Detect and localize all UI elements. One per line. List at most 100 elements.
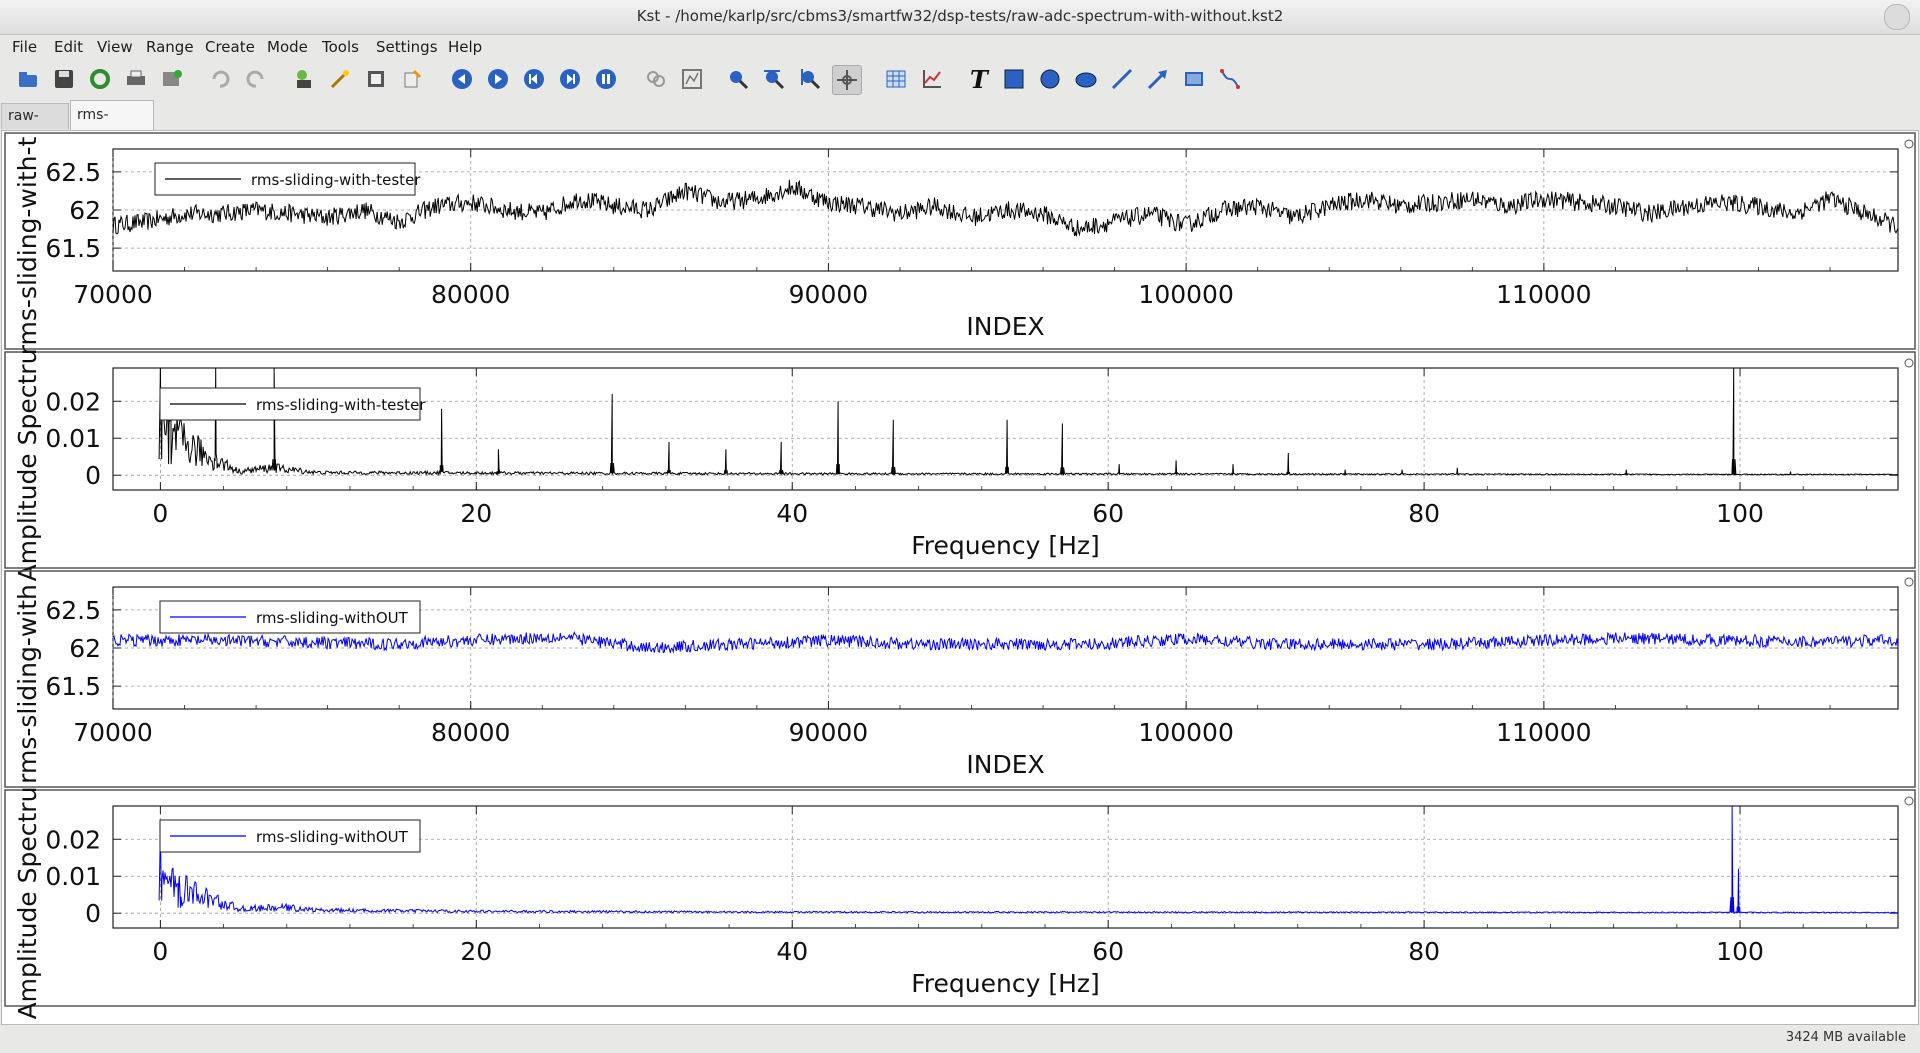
create-line-icon (1111, 68, 1133, 90)
create-table-button[interactable] (882, 65, 910, 93)
create-picture-icon (1185, 72, 1203, 86)
panel-resize-handle[interactable] (1904, 796, 1914, 806)
plot-panel-4[interactable]: 0 20 40 60 80 100 0 0.01 0.02 Frequency [Hz] Ampli… (4, 787, 1916, 1020)
menu-edit[interactable]: Edit (54, 38, 83, 56)
memory-status: 3424 MB available (1785, 1030, 1906, 1045)
x-axis-label: Frequency [Hz] (911, 531, 1100, 560)
menu-mode[interactable]: Mode (267, 38, 308, 56)
print-icon (127, 70, 145, 85)
zoom-y-icon (801, 69, 821, 90)
pause-button[interactable] (592, 65, 620, 93)
panel-resize-handle[interactable] (1904, 358, 1914, 368)
forward-icon (488, 69, 508, 89)
window-titlebar: Kst - /home/karlp/src/cbms3/smartfw32/ds… (0, 0, 1920, 35)
create-svg-button[interactable] (1216, 65, 1244, 93)
create-box-button[interactable] (1000, 65, 1028, 93)
create-line-button[interactable] (1108, 65, 1136, 93)
window-title: Kst - /home/karlp/src/cbms3/smartfw32/ds… (636, 7, 1284, 25)
legend[interactable]: rms-sliding-withOUT (159, 819, 421, 853)
x-axis-label: Frequency [Hz] (911, 969, 1100, 998)
tab-bar: raw-adc rms-sliding (0, 100, 1920, 151)
tab-rms-sliding[interactable]: rms-sliding (70, 100, 154, 151)
data-wizard-icon (330, 70, 349, 89)
layout-mode-button[interactable] (832, 65, 862, 95)
legend[interactable]: rms-sliding-with-tester (154, 162, 421, 196)
create-circle-button[interactable] (1036, 65, 1064, 93)
plot-panel-2[interactable]: 0 20 40 60 80 100 0 0.01 0.02 Frequency [Hz] Ampli… (4, 349, 1916, 582)
read-to-end-button[interactable] (556, 65, 584, 93)
data-manager-button[interactable] (290, 65, 318, 93)
y-tick-label: 62 (69, 196, 101, 225)
window-close-button[interactable] (1884, 4, 1910, 30)
reload-button[interactable] (86, 65, 114, 93)
x-tick-label: 100000 (1138, 280, 1233, 309)
read-from-end-button[interactable] (520, 65, 548, 93)
legend-label: rms-sliding-withOUT (256, 609, 409, 627)
tied-zoom-icon (647, 71, 665, 87)
x-tick-label: 90000 (789, 280, 869, 309)
menu-file[interactable]: File (12, 38, 37, 56)
tab-raw-adc[interactable]: raw-adc (1, 103, 69, 148)
svg-text:T: T (970, 67, 990, 91)
export-button[interactable] (158, 65, 186, 93)
create-ellipse-button[interactable] (1072, 65, 1100, 93)
plot-panel-1[interactable]: 70000 80000 90000 100000 110000 61.5 62 62.5 IND… (4, 132, 1916, 355)
zoom-xy-button[interactable] (724, 65, 752, 93)
data-wizard-button[interactable] (326, 65, 354, 93)
menu-help[interactable]: Help (448, 38, 482, 56)
export-icon (163, 70, 182, 86)
create-arrow-button[interactable] (1144, 65, 1172, 93)
x-tick-label: 100 (1716, 937, 1764, 966)
menu-view[interactable]: View (97, 38, 133, 56)
forward-button[interactable] (484, 65, 512, 93)
x-tick-label: 20 (460, 937, 492, 966)
menu-range[interactable]: Range (146, 38, 194, 56)
create-label-icon: T (970, 67, 990, 91)
legend[interactable]: rms-sliding-withOUT (159, 600, 421, 634)
save-icon (55, 70, 73, 88)
undo-button[interactable] (206, 65, 234, 93)
create-box-icon (1004, 69, 1024, 89)
zoom-y-button[interactable] (796, 65, 824, 93)
y-tick-label: 62.5 (45, 158, 101, 187)
create-table-icon (886, 70, 906, 88)
open-icon (19, 72, 37, 87)
plot-canvas[interactable]: 70000 80000 90000 100000 110000 61.5 62 62.5 IND… (1, 130, 1919, 1025)
x-tick-label: 20 (460, 499, 492, 528)
main-toolbar: T (0, 60, 1920, 100)
create-label-button[interactable]: T (964, 65, 992, 93)
change-data-file-button[interactable] (362, 65, 390, 93)
print-button[interactable] (122, 65, 150, 93)
x-axis-label: INDEX (966, 312, 1044, 341)
panel-resize-handle[interactable] (1904, 577, 1914, 587)
y-tick-label: 0.01 (45, 862, 101, 891)
legend[interactable]: rms-sliding-with-tester (159, 387, 426, 421)
back-icon (452, 69, 472, 89)
create-circle-icon (1040, 69, 1060, 89)
tied-zoom-button[interactable] (642, 65, 670, 93)
zoom-x-icon (764, 70, 785, 90)
save-button[interactable] (50, 65, 78, 93)
zoom-x-button[interactable] (760, 65, 788, 93)
redo-button[interactable] (242, 65, 270, 93)
change-data-sample-button[interactable] (398, 65, 426, 93)
change-data-file-icon (368, 71, 384, 87)
legend-label: rms-sliding-with-tester (251, 171, 421, 189)
create-picture-button[interactable] (1180, 65, 1208, 93)
y-tick-label: 0 (85, 899, 101, 928)
menu-tools[interactable]: Tools (322, 38, 359, 56)
menu-settings[interactable]: Settings (376, 38, 438, 56)
menu-create[interactable]: Create (205, 38, 255, 56)
panel-resize-handle[interactable] (1904, 139, 1914, 149)
plots-svg: 70000 80000 90000 100000 11000061.56262.5IND… (4, 132, 1916, 1020)
plot-panel-3[interactable]: 70000 80000 90000 100000 110000 61.5 62 62.5 IND… (4, 570, 1916, 788)
x-tick-label: 100000 (1138, 718, 1233, 747)
auto-layout-button[interactable] (678, 65, 706, 93)
create-svg-icon (1220, 69, 1240, 89)
x-tick-label: 40 (776, 937, 808, 966)
y-axis-label: Amplitude Spectru (13, 349, 42, 582)
create-plot-button[interactable] (918, 65, 946, 93)
back-button[interactable] (448, 65, 476, 93)
y-tick-label: 61.5 (45, 234, 101, 263)
open-button[interactable] (14, 65, 42, 93)
